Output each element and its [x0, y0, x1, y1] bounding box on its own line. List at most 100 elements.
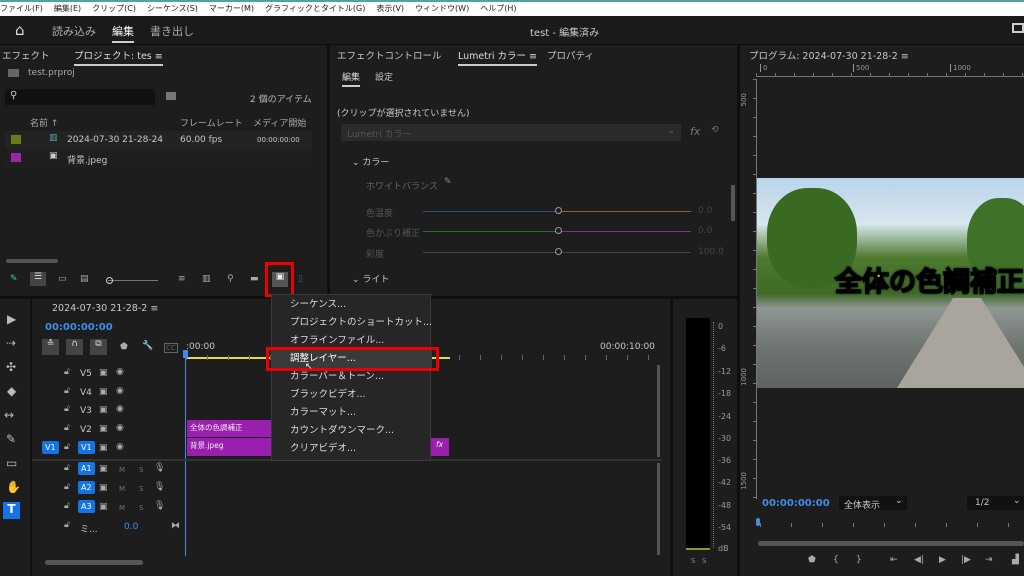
horizontal-scrollbar[interactable] [6, 259, 58, 263]
selection-tool-icon[interactable]: ▶ [7, 312, 16, 326]
clip-adjustment-layer[interactable]: 全体の色調補正 [187, 420, 271, 437]
hand-tool-icon[interactable]: ✋ [6, 480, 21, 494]
automate-icon[interactable]: ▥ [202, 274, 211, 284]
column-name[interactable]: 名前 ↑ [30, 116, 58, 129]
menu-view[interactable]: 表示(V) [376, 4, 404, 13]
mute-button[interactable]: M [119, 485, 125, 493]
new-bin-search-icon[interactable] [166, 92, 176, 100]
tab-effects[interactable]: エフェクト [2, 48, 50, 62]
video-preview[interactable]: 全体の色調補正 [757, 178, 1024, 388]
home-icon[interactable]: ⌂ [15, 21, 25, 39]
eye-icon[interactable]: ◉ [116, 404, 124, 414]
add-marker-icon[interactable]: ⬟ [808, 555, 816, 565]
mic-icon[interactable]: 🎙︎ [154, 501, 165, 511]
lock-icon[interactable]: 🔓︎ [64, 463, 70, 473]
go-to-out-icon[interactable]: ⇥ [985, 555, 993, 565]
timeline-timecode[interactable]: 00:00:00:00 [45, 322, 113, 333]
lock-icon[interactable]: 🔓︎ [64, 501, 70, 511]
go-to-in-icon[interactable]: ⇤ [890, 555, 898, 565]
tab-project[interactable]: プロジェクト: tes ≡ [74, 48, 163, 66]
list-view-icon[interactable]: ☰ [30, 272, 46, 286]
sync-icon[interactable]: ▣ [99, 502, 108, 512]
vertical-scrollbar-video[interactable] [657, 365, 660, 457]
eye-icon[interactable]: ◉ [116, 423, 124, 433]
subtab-settings[interactable]: 設定 [375, 70, 393, 83]
play-icon[interactable]: ▶ [939, 555, 946, 565]
mix-end-icon[interactable]: ⧓ [171, 521, 180, 531]
mark-in-icon[interactable]: { [833, 555, 839, 565]
fx-icon[interactable]: fx [690, 125, 700, 138]
light-section-toggle[interactable]: ⌄ ライト [352, 272, 389, 285]
icon-view-icon[interactable]: ▭ [58, 274, 67, 284]
menu-item-project-shortcut[interactable]: プロジェクトのショートカット... [272, 314, 432, 332]
tab-effect-controls[interactable]: エフェクトコントロール [337, 48, 442, 62]
rectangle-tool-icon[interactable]: ▭ [6, 456, 17, 470]
color-section-toggle[interactable]: ⌄ カラー [352, 155, 389, 168]
sync-icon[interactable]: ▣ [99, 405, 108, 415]
lock-icon[interactable]: 🔓︎ [64, 482, 70, 492]
eye-icon[interactable]: ◉ [116, 367, 124, 377]
tab-edit[interactable]: 編集 [112, 23, 134, 43]
slider-value[interactable]: 100.0 [698, 247, 724, 257]
slider-knob[interactable] [555, 227, 562, 234]
program-timecode[interactable]: 00:00:00:00 [762, 498, 830, 509]
razor-tool-icon[interactable]: ◆ [7, 384, 16, 398]
menu-marker[interactable]: マーカー(M) [209, 4, 254, 13]
sync-icon[interactable]: ▣ [99, 424, 108, 434]
slider-value[interactable]: 0.0 [698, 226, 712, 236]
sequence-tab[interactable]: 2024-07-30 21-28-2 ≡ [52, 303, 158, 314]
menu-item-black-video[interactable]: ブラックビデオ... [272, 386, 432, 404]
mix-volume[interactable]: 0.0 [124, 522, 138, 532]
lock-icon[interactable]: 🔓︎ [64, 520, 70, 530]
menu-sequence[interactable]: シーケンス(S) [147, 4, 198, 13]
step-forward-icon[interactable]: |▶ [961, 555, 971, 565]
tab-properties[interactable]: プロパティ [547, 48, 594, 62]
fullscreen-icon[interactable] [1012, 23, 1024, 33]
list-item[interactable]: ▥ 2024-07-30 21-28-24 60.00 fps 00:00:00… [5, 131, 312, 149]
menu-item-countdown[interactable]: カウントダウンマーク... [272, 422, 432, 440]
track-target-a2[interactable]: A2 [78, 481, 95, 494]
captions-icon[interactable]: CC [164, 343, 178, 353]
find-icon[interactable]: ⚲ [227, 274, 234, 284]
sync-icon[interactable]: ▣ [99, 443, 108, 453]
marker-icon[interactable]: ⬟ [120, 342, 128, 352]
linked-selection-icon[interactable]: ⧉ [90, 339, 107, 355]
track-target-a1[interactable]: A1 [78, 462, 95, 475]
menu-help[interactable]: ヘルプ(H) [480, 4, 516, 13]
zoom-select[interactable]: 全体表示 ⌄ [839, 496, 907, 511]
tab-lumetri[interactable]: Lumetri カラー ≡ [458, 48, 538, 66]
pen-tool-icon[interactable]: ✎ [6, 432, 16, 446]
nest-toggle-icon[interactable]: ≛ [42, 339, 59, 355]
vertical-scrollbar-audio[interactable] [657, 463, 660, 555]
sync-icon[interactable]: ▣ [99, 483, 108, 493]
pencil-icon[interactable]: ✎ [10, 274, 18, 284]
menu-item-transparent-video[interactable]: クリアビデオ... [272, 440, 432, 458]
track-target-a3[interactable]: A3 [78, 500, 95, 513]
menu-file[interactable]: ファイル(F) [0, 4, 43, 13]
lock-icon[interactable]: 🔓︎ [64, 442, 70, 452]
tab-import[interactable]: 読み込み [52, 23, 96, 39]
menu-clip[interactable]: クリップ(C) [92, 4, 136, 13]
menu-edit[interactable]: 編集(E) [54, 4, 81, 13]
trash-icon[interactable]: ▯ [298, 274, 303, 284]
resolution-select[interactable]: 1/2 ⌄ [967, 496, 1024, 510]
column-framerate[interactable]: フレームレート [180, 116, 243, 129]
lock-icon[interactable]: 🔓︎ [64, 423, 70, 433]
eyedropper-icon[interactable]: ✎ [444, 177, 452, 187]
mark-out-icon[interactable]: } [856, 555, 862, 565]
solo-button[interactable]: S [139, 504, 143, 512]
vertical-scrollbar[interactable] [731, 185, 735, 221]
solo-button[interactable]: S [139, 485, 143, 493]
slider-value[interactable]: 0.0 [698, 206, 712, 216]
list-item[interactable]: ▣ 背景.jpeg [5, 149, 312, 167]
search-input[interactable]: ⚲ [5, 89, 155, 105]
sync-icon[interactable]: ▣ [99, 387, 108, 397]
snap-icon[interactable]: ∩ [66, 339, 83, 355]
subtab-edit[interactable]: 編集 [342, 70, 361, 87]
menu-item-color-matte[interactable]: カラーマット... [272, 404, 432, 422]
column-media-start[interactable]: メディア開始 [253, 116, 306, 129]
menu-window[interactable]: ウィンドウ(W) [415, 4, 469, 13]
lock-icon[interactable]: 🔓︎ [64, 404, 70, 414]
slider-knob[interactable] [555, 207, 562, 214]
sync-icon[interactable]: ▣ [99, 464, 108, 474]
